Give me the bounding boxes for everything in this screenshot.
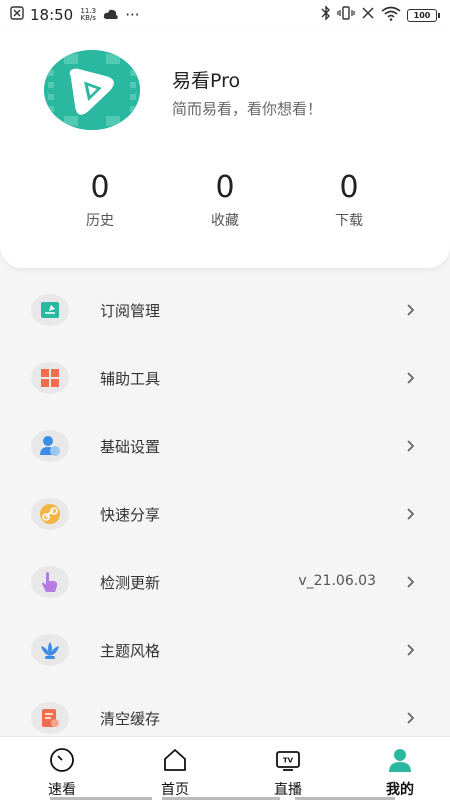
- stat-label: 历史: [86, 213, 114, 229]
- stat-label: 下载: [335, 213, 363, 229]
- chevron-right-icon: [407, 372, 415, 384]
- person-icon: [389, 749, 411, 772]
- nav-item-mine[interactable]: 我的: [360, 737, 440, 800]
- stat-history[interactable]: 0 历史: [50, 170, 150, 230]
- menu-label: 快速分享: [100, 506, 161, 524]
- menu-label: 辅助工具: [100, 370, 161, 388]
- stat-downloads[interactable]: 0 下载: [299, 170, 399, 230]
- bluetooth-icon: [321, 5, 331, 25]
- nav-item-live[interactable]: TV 直播: [248, 737, 328, 800]
- menu-label: 订阅管理: [100, 302, 161, 320]
- chevron-right-icon: [407, 508, 415, 520]
- user-settings-icon: [31, 430, 69, 462]
- more-indicator: ···: [125, 6, 140, 24]
- stat-favorites[interactable]: 0 收藏: [175, 170, 275, 230]
- nav-label: 首页: [161, 782, 189, 798]
- tools-grid-icon: [31, 362, 69, 394]
- chevron-right-icon: [407, 304, 415, 316]
- clear-cache-icon: [31, 702, 69, 734]
- stat-label: 收藏: [211, 213, 239, 229]
- vibrate-icon: [337, 5, 355, 25]
- play-logo-icon: [44, 50, 140, 130]
- app-logo[interactable]: [44, 50, 140, 130]
- status-bar: 18:50 11.3 KB/s ··· 100: [0, 0, 450, 30]
- hand-pointer-icon: [31, 566, 69, 598]
- menu-item-theme[interactable]: 主题风格: [0, 616, 450, 684]
- clock-icon: [50, 748, 74, 772]
- net-speed-unit: KB/s: [80, 14, 96, 22]
- battery-icon: 100: [407, 8, 440, 22]
- lotus-icon: [31, 634, 69, 666]
- nav-label: 直播: [274, 782, 302, 798]
- stat-count: 0: [339, 170, 359, 205]
- home-icon: [164, 749, 186, 771]
- menu-item-subscriptions[interactable]: 订阅管理: [0, 276, 450, 344]
- notification-icon: [10, 6, 24, 24]
- cloud-icon: [103, 6, 119, 24]
- nav-label: 速看: [48, 782, 76, 798]
- menu-item-update[interactable]: 检测更新 v_21.06.03: [0, 548, 450, 616]
- tv-icon: TV: [276, 751, 300, 771]
- battery-level: 100: [407, 8, 437, 22]
- app-slogan: 简而易看，看你想看！: [172, 100, 323, 118]
- version-number: v_21.06.03: [298, 573, 376, 589]
- nav-label: 我的: [386, 782, 414, 798]
- svg-text:TV: TV: [283, 757, 294, 765]
- link-icon: [31, 498, 69, 530]
- status-time: 18:50: [30, 6, 74, 24]
- menu-item-tools[interactable]: 辅助工具: [0, 344, 450, 412]
- menu-label: 清空缓存: [100, 710, 161, 728]
- stat-count: 0: [215, 170, 235, 205]
- signal-off-icon: [361, 6, 375, 24]
- nav-item-quick-watch[interactable]: 速看: [22, 737, 102, 800]
- menu-item-settings[interactable]: 基础设置: [0, 412, 450, 480]
- app-name: 易看Pro: [172, 70, 241, 92]
- chevron-right-icon: [407, 576, 415, 588]
- menu-label: 检测更新: [100, 574, 161, 592]
- subscription-icon: [31, 294, 69, 326]
- menu-label: 基础设置: [100, 438, 161, 456]
- chevron-right-icon: [407, 440, 415, 452]
- net-speed: 11.3 KB/s: [79, 8, 97, 22]
- nav-item-home[interactable]: 首页: [135, 737, 215, 800]
- profile-card: 易看Pro 简而易看，看你想看！ 0 历史 0 收藏 0 下载: [0, 30, 450, 268]
- wifi-icon: [381, 6, 401, 25]
- menu-item-share[interactable]: 快速分享: [0, 480, 450, 548]
- chevron-right-icon: [407, 712, 415, 724]
- stat-count: 0: [90, 170, 110, 205]
- chevron-right-icon: [407, 644, 415, 656]
- bottom-nav: 速看 首页 TV 直播 我的: [0, 736, 450, 800]
- menu-label: 主题风格: [100, 642, 161, 660]
